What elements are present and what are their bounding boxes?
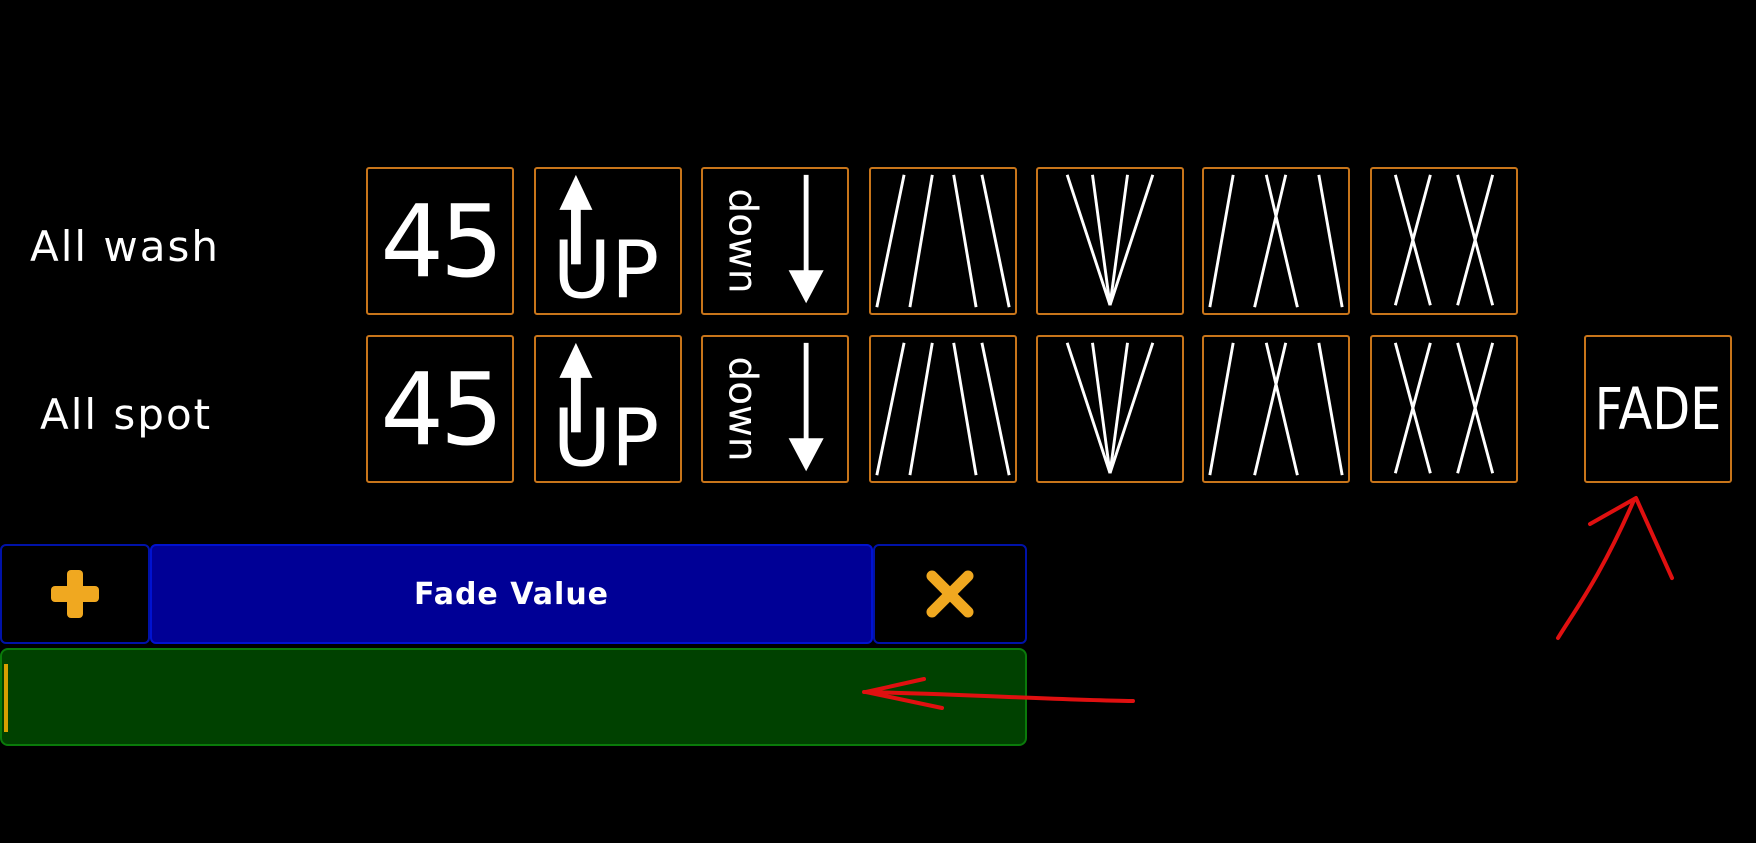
wash-down-button[interactable]: down: [701, 167, 849, 315]
parallel-lines-icon: [875, 342, 1011, 476]
cross-lines-icon: [1208, 342, 1344, 476]
degree-label: 45: [380, 350, 503, 468]
degree-label: 45: [380, 182, 503, 300]
cross-lines-icon: [1208, 174, 1344, 308]
spot-down-button[interactable]: down: [701, 335, 849, 483]
down-arrow-icon: down: [719, 174, 824, 304]
spot-pattern-double-x-button[interactable]: [1370, 335, 1518, 483]
text-caret: [4, 664, 8, 732]
fan-icon: [1065, 174, 1155, 306]
down-label: down: [719, 189, 764, 294]
row-label-all-wash: All wash: [30, 222, 221, 271]
close-button[interactable]: [873, 544, 1027, 644]
parallel-lines-icon: [875, 174, 1011, 308]
up-label: UP: [553, 391, 659, 481]
wash-up-button[interactable]: UP: [534, 167, 682, 315]
add-button[interactable]: [0, 544, 150, 644]
up-arrow-icon: UP: [553, 174, 659, 313]
double-x-icon: [1393, 342, 1495, 474]
spot-pattern-parallel-button[interactable]: [869, 335, 1017, 483]
close-icon: [926, 570, 974, 618]
wash-degree-45-button[interactable]: 45: [366, 167, 514, 315]
up-arrow-icon: UP: [553, 342, 659, 481]
fade-label: FADE: [1594, 375, 1722, 443]
fade-arrow-icon: [1556, 498, 1636, 640]
up-label: UP: [553, 223, 659, 313]
plus-icon: [51, 570, 99, 618]
wash-pattern-double-x-button[interactable]: [1370, 167, 1518, 315]
double-x-icon: [1393, 174, 1495, 306]
spot-degree-45-button[interactable]: 45: [366, 335, 514, 483]
fade-button[interactable]: FADE: [1584, 335, 1732, 483]
wash-pattern-cross-button[interactable]: [1202, 167, 1350, 315]
spot-up-button[interactable]: UP: [534, 335, 682, 483]
spot-pattern-fan-button[interactable]: [1036, 335, 1184, 483]
down-label: down: [719, 357, 764, 462]
wash-pattern-parallel-button[interactable]: [869, 167, 1017, 315]
wash-pattern-fan-button[interactable]: [1036, 167, 1184, 315]
down-arrow-icon: down: [719, 342, 824, 472]
dialog-title: Fade Value: [150, 544, 873, 644]
row-label-all-spot: All spot: [40, 390, 213, 439]
fan-icon: [1065, 342, 1155, 474]
spot-pattern-cross-button[interactable]: [1202, 335, 1350, 483]
fade-value-input[interactable]: [0, 648, 1027, 746]
